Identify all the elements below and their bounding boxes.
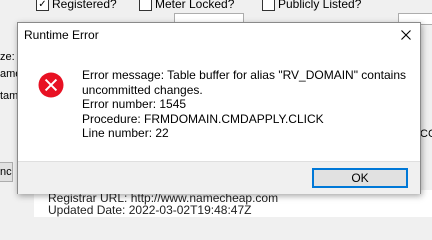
message-line: Error message: Table buffer for alias "R… xyxy=(82,68,406,82)
registered-checkbox[interactable]: ✓ Registered? xyxy=(36,0,117,12)
close-button[interactable] xyxy=(392,23,420,46)
checkbox-box[interactable] xyxy=(262,0,275,11)
checkbox-label: Publicly Listed? xyxy=(278,0,362,11)
ok-button[interactable]: OK xyxy=(312,168,408,188)
background-label: CC xyxy=(420,128,432,140)
updated-date-text: Updated Date: 2022-03-02T19:48:47Z xyxy=(48,203,252,217)
message-line: uncommitted changes. xyxy=(82,82,203,97)
publicly-listed-checkbox[interactable]: Publicly Listed? xyxy=(262,0,361,12)
checkbox-label: Registered? xyxy=(52,0,117,11)
runtime-error-dialog: Runtime Error Error message: Table buffe… xyxy=(17,22,421,194)
dialog-title: Runtime Error xyxy=(24,28,99,42)
dialog-content: Error message: Table buffer for alias "R… xyxy=(18,46,420,161)
background-button[interactable]: nc xyxy=(0,162,13,182)
background-label: ze: xyxy=(0,51,15,63)
error-message: Error message: Table buffer for alias "R… xyxy=(82,68,412,141)
dialog-footer: OK xyxy=(18,161,420,194)
checkbox-label: Meter Locked? xyxy=(155,0,235,11)
checkbox-box[interactable] xyxy=(139,0,152,11)
error-icon xyxy=(38,72,64,98)
dialog-titlebar[interactable]: Runtime Error xyxy=(18,23,420,46)
close-icon[interactable] xyxy=(401,29,411,40)
message-line: Line number: 22 xyxy=(82,126,169,140)
background-label: tam xyxy=(0,90,19,102)
message-line: Error number: 1545 xyxy=(82,97,187,111)
meter-locked-checkbox[interactable]: Meter Locked? xyxy=(139,0,234,12)
message-line: Procedure: FRMDOMAIN.CMDAPPLY.CLICK xyxy=(82,111,324,126)
checkbox-box[interactable]: ✓ xyxy=(36,0,49,11)
